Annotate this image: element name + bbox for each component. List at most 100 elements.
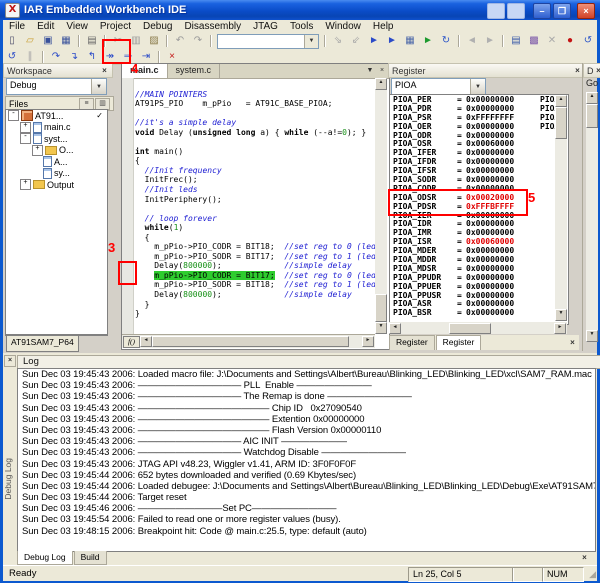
menu-edit[interactable]: Edit xyxy=(31,21,60,32)
side-panel-scrollbar[interactable]: ▲ ▼ xyxy=(586,92,598,342)
step-over-icon[interactable]: ↷ xyxy=(48,50,64,64)
register-vertical-scrollbar[interactable]: ▲ ▼ xyxy=(555,95,567,321)
maximize-button[interactable]: ❐ xyxy=(553,3,571,19)
find-next-icon[interactable]: ⇘ xyxy=(330,34,346,48)
files-column-icon-2[interactable]: ▥ xyxy=(95,98,110,110)
save-icon[interactable]: ▣ xyxy=(40,34,56,48)
register-tab-1[interactable]: Register xyxy=(389,335,435,350)
function-list-button[interactable]: f() xyxy=(123,336,140,348)
save-all-icon[interactable]: ▦ xyxy=(58,34,74,48)
menu-debug[interactable]: Debug xyxy=(137,21,178,32)
register-tab-2[interactable]: Register xyxy=(436,335,482,350)
expand-icon[interactable]: + xyxy=(32,145,43,156)
menu-jtag[interactable]: JTAG xyxy=(247,21,284,32)
menu-disassembly[interactable]: Disassembly xyxy=(178,21,247,32)
register-tabs-close-icon[interactable]: × xyxy=(568,338,577,347)
restart-debugger-icon[interactable]: ↺ xyxy=(580,34,596,48)
tree-item-sy[interactable]: sy... xyxy=(6,168,107,180)
tree-item-o[interactable]: +O... xyxy=(6,145,107,157)
new-document-icon[interactable]: ▯ xyxy=(4,34,20,48)
log-message-area[interactable]: Sun Dec 03 19:45:43 2006: Loaded macro f… xyxy=(17,368,596,552)
code-text-area[interactable]: //MAIN POINTERSAT91PS_PIO m_pPio = AT91C… xyxy=(135,78,375,336)
scroll-thumb[interactable] xyxy=(449,323,491,334)
find-previous-icon[interactable]: ⇙ xyxy=(348,34,364,48)
undo-icon[interactable]: ↶ xyxy=(172,34,188,48)
editor-tab-system-c[interactable]: system.c xyxy=(168,64,221,78)
register-group-combobox[interactable]: PIOA ▼ xyxy=(391,78,486,95)
chevron-down-icon[interactable]: ▼ xyxy=(304,35,318,48)
menu-view[interactable]: View xyxy=(60,21,94,32)
register-horizontal-scrollbar[interactable]: ◄ ► xyxy=(389,322,567,334)
reset-icon[interactable]: ↺ xyxy=(4,50,20,64)
run-to-cursor-icon[interactable]: ⇥ xyxy=(138,50,154,64)
tree-item-mainc[interactable]: +main.c xyxy=(6,122,107,134)
stop-debugging-icon[interactable]: × xyxy=(164,50,180,64)
scroll-left-icon[interactable]: ◄ xyxy=(389,323,401,334)
toggle-bookmark-icon[interactable]: ► xyxy=(384,34,400,48)
toggle-breakpoint-icon[interactable]: ● xyxy=(562,34,578,48)
scroll-up-icon[interactable]: ▲ xyxy=(375,78,387,90)
menu-help[interactable]: Help xyxy=(367,21,400,32)
step-out-icon[interactable]: ↰ xyxy=(84,50,100,64)
tab-list-dropdown-icon[interactable]: ▼ xyxy=(365,66,375,76)
expand-icon[interactable]: + xyxy=(20,179,31,190)
paste-icon[interactable]: ▨ xyxy=(146,34,162,48)
tree-item-output[interactable]: +Output xyxy=(6,179,107,191)
editor-vertical-scrollbar[interactable]: ▲ ▼ xyxy=(375,78,387,334)
scroll-thumb[interactable] xyxy=(586,104,598,128)
collapse-icon[interactable]: - xyxy=(8,110,19,121)
chevron-down-icon[interactable]: ▼ xyxy=(470,79,485,94)
scroll-up-icon[interactable]: ▲ xyxy=(586,92,598,104)
menu-file[interactable]: File xyxy=(3,21,31,32)
breakpoint-gutter[interactable] xyxy=(122,78,134,334)
disabled-action-icon[interactable]: ✕ xyxy=(544,34,560,48)
close-button[interactable]: × xyxy=(577,3,595,19)
workspace-project-tab[interactable]: AT91SAM7_P64 xyxy=(6,336,79,352)
files-column-icon-1[interactable]: ≡ xyxy=(79,98,94,110)
step-into-icon[interactable]: ↴ xyxy=(66,50,82,64)
tree-item-a[interactable]: A... xyxy=(6,156,107,168)
menu-window[interactable]: Window xyxy=(319,21,367,32)
workspace-config-combobox[interactable]: Debug ▼ xyxy=(6,78,107,95)
editor-tab-main-c[interactable]: main.c xyxy=(122,64,168,78)
scroll-thumb[interactable] xyxy=(375,294,387,322)
scroll-down-icon[interactable]: ▼ xyxy=(586,330,598,342)
scroll-down-icon[interactable]: ▼ xyxy=(555,309,567,321)
register-row[interactable]: PIOA_BSR=0x00000000 xyxy=(390,309,568,318)
scroll-up-icon[interactable]: ▲ xyxy=(555,95,567,107)
expand-icon[interactable]: + xyxy=(20,122,31,133)
workspace-close-icon[interactable]: × xyxy=(100,66,109,75)
find-combobox[interactable]: ▼ xyxy=(217,34,319,49)
make-icon[interactable]: ► xyxy=(420,34,436,48)
log-tab-build[interactable]: Build xyxy=(74,551,107,565)
side-panel-close-icon[interactable]: × xyxy=(594,66,600,75)
next-file-icon[interactable]: ► xyxy=(482,34,498,48)
scroll-right-icon[interactable]: ► xyxy=(362,336,374,347)
resize-grip[interactable]: ◢ xyxy=(589,569,596,580)
editor-horizontal-scrollbar[interactable]: f() ◄ ► xyxy=(122,334,375,348)
source-browser-icon[interactable]: ▤ xyxy=(508,34,524,48)
chevron-down-icon[interactable]: ▼ xyxy=(91,79,106,94)
open-icon[interactable]: ▱ xyxy=(22,34,38,48)
scroll-down-icon[interactable]: ▼ xyxy=(375,322,387,334)
menu-project[interactable]: Project xyxy=(94,21,137,32)
watch-window-icon[interactable]: ▦ xyxy=(402,34,418,48)
title-bar[interactable]: X IAR Embedded Workbench IDE – ❐ × xyxy=(0,0,600,20)
log-tab-debug-log[interactable]: Debug Log xyxy=(17,551,73,565)
menu-tools[interactable]: Tools xyxy=(284,21,319,32)
symbols-icon[interactable]: ▩ xyxy=(526,34,542,48)
scroll-thumb[interactable] xyxy=(555,107,567,139)
compile-icon[interactable]: ↻ xyxy=(438,34,454,48)
tree-item-at91[interactable]: -AT91...✓ xyxy=(6,110,107,122)
scroll-left-icon[interactable]: ◄ xyxy=(140,336,152,347)
collapse-icon[interactable]: - xyxy=(20,133,31,144)
break-icon[interactable]: ∥ xyxy=(22,50,38,64)
print-icon[interactable]: ▤ xyxy=(84,34,100,48)
editor-close-icon[interactable]: × xyxy=(377,66,387,76)
log-close-icon[interactable]: × xyxy=(4,355,16,367)
scroll-right-icon[interactable]: ► xyxy=(554,323,566,334)
tree-item-syst[interactable]: -syst... xyxy=(6,133,107,145)
find-combobox-field[interactable] xyxy=(218,35,304,48)
go-to-icon[interactable]: ► xyxy=(366,34,382,48)
redo-icon[interactable]: ↷ xyxy=(190,34,206,48)
